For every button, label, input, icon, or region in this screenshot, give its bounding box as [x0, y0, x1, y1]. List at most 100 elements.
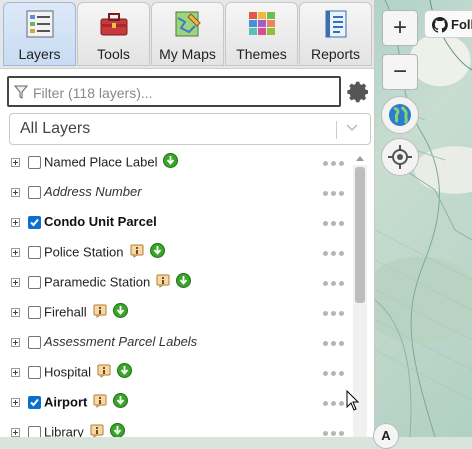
github-follow-button[interactable]: Foll [424, 10, 472, 38]
layer-row[interactable]: Paramedic Station [0, 270, 352, 300]
layer-name[interactable]: Condo Unit Parcel [44, 214, 157, 229]
mouse-cursor-icon [346, 390, 360, 411]
layer-info-icon[interactable] [93, 304, 107, 321]
toolbox-icon [100, 13, 127, 36]
layer-row[interactable]: Condo Unit Parcel [0, 210, 352, 240]
layer-visibility-checkbox[interactable] [28, 426, 41, 437]
zoom-in-button[interactable]: + [382, 10, 418, 46]
tab-layers-label: Layers [18, 46, 61, 62]
expand-toggle-icon[interactable] [11, 308, 20, 317]
layer-options-icon[interactable] [323, 251, 345, 257]
layer-name[interactable]: Airport [44, 393, 129, 412]
tab-themes[interactable]: Themes [225, 2, 298, 66]
layer-name-text: Hospital [44, 364, 91, 380]
layer-visibility-checkbox[interactable] [28, 216, 41, 229]
layer-visibility-checkbox[interactable] [28, 186, 41, 199]
expand-toggle-icon[interactable] [11, 368, 20, 377]
layer-group-select[interactable]: All Layers [9, 113, 371, 145]
panel-tab-bar: Layers Tools My Maps Themes Reports [0, 0, 374, 69]
layer-options-icon[interactable] [323, 161, 345, 167]
layer-row[interactable]: Hospital [0, 360, 352, 390]
expand-toggle-icon[interactable] [11, 188, 20, 197]
layer-name[interactable]: Assessment Parcel Labels [44, 334, 197, 349]
expand-toggle-icon[interactable] [11, 158, 20, 167]
layer-download-icon[interactable] [109, 423, 125, 437]
layer-name-text: Police Station [44, 244, 124, 260]
layer-row[interactable]: Airport [0, 390, 352, 420]
tab-layers[interactable]: Layers [3, 2, 76, 66]
layer-visibility-checkbox[interactable] [28, 156, 41, 169]
layer-download-icon[interactable] [163, 153, 179, 171]
layer-row[interactable]: Named Place Label [0, 150, 352, 180]
themes-grid-icon [248, 12, 275, 35]
chevron-down-icon [346, 124, 358, 132]
expand-toggle-icon[interactable] [11, 218, 20, 227]
layer-options-icon[interactable] [323, 341, 345, 347]
layer-download-icon[interactable] [176, 273, 192, 291]
layer-visibility-checkbox[interactable] [28, 396, 41, 409]
layer-visibility-checkbox[interactable] [28, 276, 41, 289]
layer-name-text: Paramedic Station [44, 274, 151, 290]
zoom-out-button[interactable]: − [382, 54, 418, 90]
expand-toggle-icon[interactable] [11, 278, 20, 287]
layer-options-icon[interactable] [323, 431, 345, 437]
layer-download-icon[interactable] [116, 363, 132, 381]
layer-visibility-checkbox[interactable] [28, 336, 41, 349]
layer-row[interactable]: Address Number [0, 180, 352, 210]
layer-info-icon[interactable] [93, 394, 107, 411]
layer-visibility-checkbox[interactable] [28, 366, 41, 379]
layer-download-icon[interactable] [149, 243, 165, 261]
layer-download-icon[interactable] [112, 303, 128, 321]
layer-info-icon[interactable] [90, 424, 104, 437]
layer-info-icon[interactable] [130, 244, 144, 261]
layer-name[interactable]: Address Number [44, 184, 142, 199]
expand-toggle-icon[interactable] [11, 338, 20, 347]
tab-my-maps[interactable]: My Maps [151, 2, 224, 66]
layer-visibility-checkbox[interactable] [28, 306, 41, 319]
filter-input[interactable] [31, 81, 335, 105]
layer-download-icon[interactable] [113, 393, 129, 411]
layer-options-icon[interactable] [323, 281, 345, 287]
filter-funnel-icon [14, 85, 28, 99]
layer-name[interactable]: Library [44, 423, 125, 437]
layer-row[interactable]: Firehall [0, 300, 352, 330]
layer-row[interactable]: Library [0, 420, 352, 437]
tab-tools-label: Tools [97, 46, 130, 62]
report-icon [325, 10, 346, 38]
tab-my-maps-label: My Maps [159, 46, 216, 62]
layer-row[interactable]: Assessment Parcel Labels [0, 330, 352, 360]
layer-options-icon[interactable] [323, 401, 345, 407]
scroll-up-arrow-icon[interactable] [356, 155, 364, 161]
tab-reports[interactable]: Reports [299, 2, 372, 66]
layer-options-icon[interactable] [323, 311, 345, 317]
tab-themes-label: Themes [236, 46, 287, 62]
locate-me-button[interactable] [381, 138, 419, 176]
layer-list: Named Place Label Address Number Condo Uni… [0, 147, 374, 437]
expand-toggle-icon[interactable] [11, 398, 20, 407]
layer-name-text: Condo Unit Parcel [44, 214, 157, 229]
scrollbar-thumb[interactable] [355, 167, 365, 303]
layer-name-text: Library [44, 424, 84, 437]
select-separator [336, 121, 337, 139]
layer-name[interactable]: Paramedic Station [44, 273, 192, 292]
expand-toggle-icon[interactable] [11, 428, 20, 437]
layers-panel: Layers Tools My Maps Themes Reports All … [0, 0, 375, 437]
layer-options-icon[interactable] [323, 371, 345, 377]
globe-basemap-button[interactable] [381, 96, 419, 134]
layer-name[interactable]: Hospital [44, 363, 132, 382]
tab-reports-label: Reports [310, 46, 361, 62]
attribution-button[interactable]: A [373, 423, 399, 449]
tab-tools[interactable]: Tools [77, 2, 150, 66]
layer-info-icon[interactable] [156, 274, 170, 291]
layer-name[interactable]: Firehall [44, 303, 128, 322]
layer-row[interactable]: Police Station [0, 240, 352, 270]
layer-visibility-checkbox[interactable] [28, 246, 41, 259]
layer-info-icon[interactable] [97, 364, 111, 381]
layer-options-icon[interactable] [323, 221, 345, 227]
layer-name[interactable]: Named Place Label [44, 153, 179, 172]
layer-options-icon[interactable] [323, 191, 345, 197]
gear-icon[interactable] [347, 80, 371, 104]
layer-name[interactable]: Police Station [44, 243, 165, 262]
layer-filter [7, 76, 341, 107]
expand-toggle-icon[interactable] [11, 248, 20, 257]
